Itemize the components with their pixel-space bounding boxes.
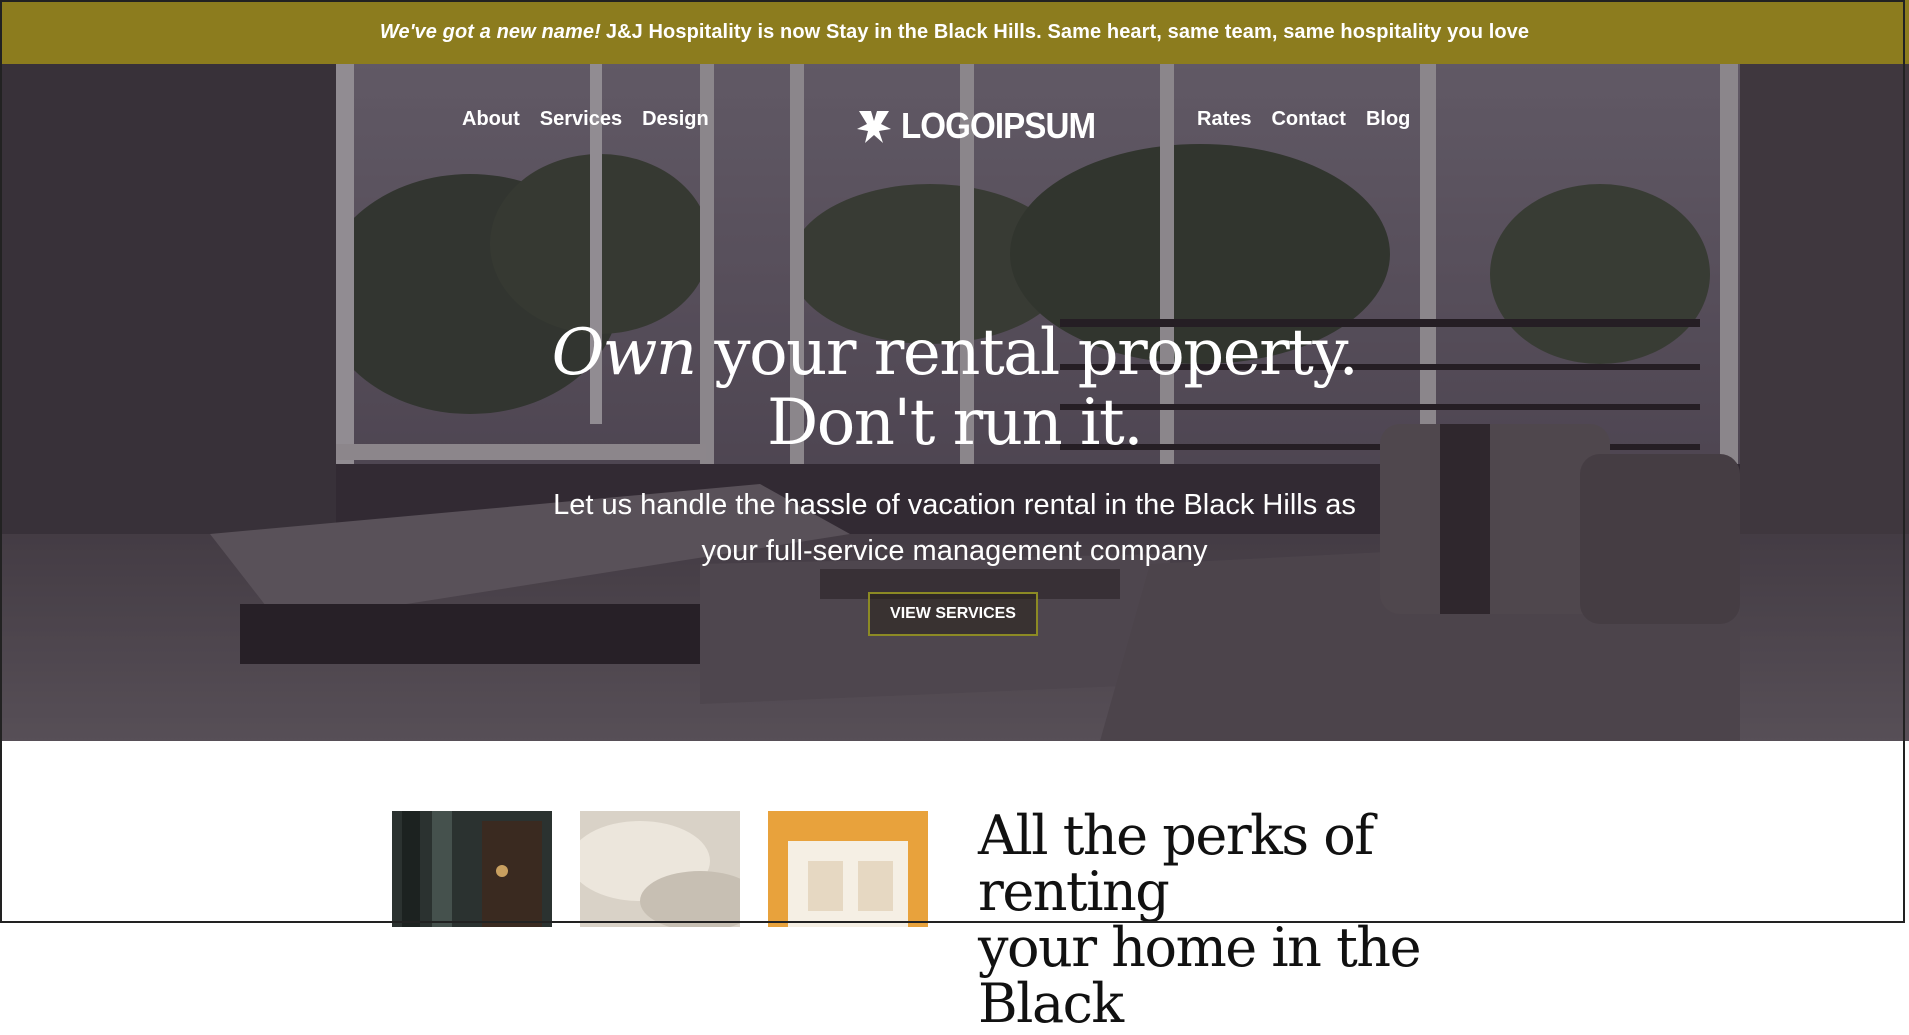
hero-subtitle: Let us handle the hassle of vacation ren… <box>0 482 1909 574</box>
perk-image-2 <box>580 811 740 927</box>
nav-item-blog[interactable]: Blog <box>1366 108 1410 131</box>
nav-item-about[interactable]: About <box>462 108 520 131</box>
hero-headline-emphasis: Own <box>551 316 697 390</box>
site-logo[interactable]: LOGOIPSUM <box>855 105 1112 147</box>
perks-heading-line2: your home in the Black <box>978 916 1422 1035</box>
nav-item-design[interactable]: Design <box>642 108 709 131</box>
logo-text: LOGOIPSUM <box>901 105 1096 146</box>
nav-left: About Services Design <box>462 108 709 131</box>
announcement-bar: We've got a new name! J&J Hospitality is… <box>0 0 1909 64</box>
perk-image-3 <box>768 811 928 927</box>
perks-heading-line1: All the perks of renting <box>978 804 1374 923</box>
hero-headline: Own your rental property. Don't run it. <box>0 318 1909 458</box>
hero-headline-rest: your rental property. <box>714 316 1358 390</box>
hero-subtitle-line2: your full-service management company <box>701 535 1208 567</box>
announcement-text: J&J Hospitality is now Stay in the Black… <box>605 20 1530 43</box>
logo-mark-icon <box>857 111 891 143</box>
hero-headline-line2: Don't run it. <box>766 386 1144 460</box>
nav-item-rates[interactable]: Rates <box>1197 108 1251 131</box>
view-services-button[interactable]: VIEW SERVICES <box>868 592 1038 636</box>
hero-subtitle-line1: Let us handle the hassle of vacation ren… <box>553 489 1356 521</box>
announcement-emphasis: We've got a new name! <box>379 20 601 43</box>
perks-heading: All the perks of renting your home in th… <box>978 808 1538 1032</box>
nav-right: Rates Contact Blog <box>1197 108 1410 131</box>
nav-item-contact[interactable]: Contact <box>1271 108 1345 131</box>
nav-item-services[interactable]: Services <box>540 108 622 131</box>
perk-image-1 <box>392 811 552 927</box>
